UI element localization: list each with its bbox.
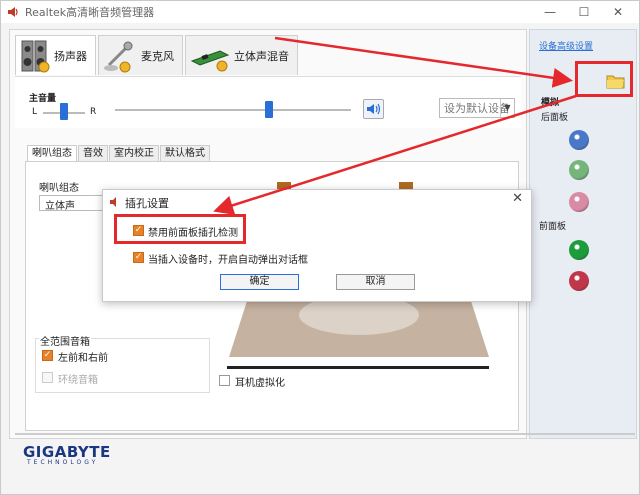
fullrange-label: 全范围音箱 — [39, 333, 91, 348]
tab-speakers[interactable]: 扬声器 — [15, 35, 96, 75]
brand-tagline: TECHNOLOGY — [27, 459, 99, 466]
default-device-dropdown[interactable]: 设为默认设备 ▼ — [439, 98, 515, 118]
room-floor — [229, 301, 489, 357]
ok-button[interactable]: 确定 — [220, 274, 299, 290]
sound-card-icon — [190, 49, 230, 71]
main-volume-label: 主音量 — [29, 94, 57, 104]
front-lr-label: 左前和右前 — [58, 353, 108, 364]
highlight-box-dialog-option — [114, 214, 246, 244]
config-tabs: 喇叭组态 音效 室内校正 默认格式 — [27, 145, 211, 161]
mute-button[interactable] — [363, 99, 384, 119]
headphone-virtual-checkbox[interactable] — [219, 375, 230, 386]
balance-slider[interactable] — [60, 103, 68, 120]
front-panel-label: 前面板 — [539, 222, 567, 232]
maximize-button[interactable]: ☐ — [567, 1, 601, 23]
speaker-icon — [21, 40, 50, 72]
tab-microphone[interactable]: 麦克风 — [98, 35, 183, 75]
speaker-config-value: 立体声 — [45, 201, 75, 212]
rear-jack-green[interactable] — [569, 160, 589, 180]
volume-track — [115, 109, 351, 111]
advanced-settings-link[interactable]: 设备高级设置 — [539, 39, 593, 52]
cancel-button[interactable]: 取消 — [336, 274, 415, 290]
footer-divider — [15, 433, 635, 435]
tab-room-correction[interactable]: 室内校正 — [109, 145, 159, 161]
volume-slider[interactable] — [265, 101, 273, 118]
front-jack-red[interactable] — [569, 271, 589, 291]
analog-label: 模拟 — [541, 98, 560, 108]
minimize-button[interactable]: — — [533, 1, 567, 23]
tab-speakers-label: 扬声器 — [54, 49, 87, 63]
speaker-config-label: 喇叭组态 — [39, 183, 79, 194]
balance-left-label: L — [32, 107, 38, 117]
tab-microphone-label: 麦克风 — [141, 49, 174, 63]
tab-stereo-mix[interactable]: 立体声混音 — [185, 35, 298, 75]
front-jack-green[interactable] — [569, 240, 589, 260]
auto-popup-checkbox[interactable]: ✓ — [133, 252, 144, 263]
tab-stereo-mix-label: 立体声混音 — [234, 49, 289, 63]
device-tabs: 扬声器 麦克风 立体声混音 — [15, 35, 300, 75]
speaker-icon — [8, 7, 18, 17]
auto-popup-label: 当插入设备时，开启自动弹出对话框 — [148, 255, 308, 266]
surround-checkbox[interactable] — [42, 372, 53, 383]
tab-default-format[interactable]: 默认格式 — [160, 145, 210, 161]
rear-jack-pink[interactable] — [569, 192, 589, 212]
chevron-down-icon: ▼ — [500, 99, 514, 117]
rear-panel-label: 后面板 — [541, 113, 569, 123]
window-title: Realtek高清晰音频管理器 — [25, 6, 155, 19]
tab-sound-effects[interactable]: 音效 — [78, 145, 108, 161]
headphone-virtual-label: 耳机虚拟化 — [235, 378, 285, 389]
surround-label: 环绕音箱 — [58, 375, 98, 386]
floor-line — [227, 366, 489, 369]
highlight-box-folder — [575, 61, 633, 97]
rear-jack-blue[interactable] — [569, 130, 589, 150]
microphone-icon — [104, 41, 133, 72]
jack-settings-dialog: 插孔设置 ✕ ✓ 禁用前面板插孔检测 ✓ 当插入设备时，开启自动弹出对话框 确定… — [102, 189, 532, 302]
volume-icon — [367, 103, 381, 115]
dialog-title: 插孔设置 — [125, 197, 169, 210]
front-lr-checkbox[interactable]: ✓ — [42, 350, 53, 361]
balance-right-label: R — [90, 107, 97, 117]
dialog-close-button[interactable]: ✕ — [512, 191, 523, 206]
close-button[interactable]: ✕ — [601, 1, 635, 23]
tab-speaker-config[interactable]: 喇叭组态 — [27, 145, 77, 161]
speaker-icon — [110, 197, 116, 207]
